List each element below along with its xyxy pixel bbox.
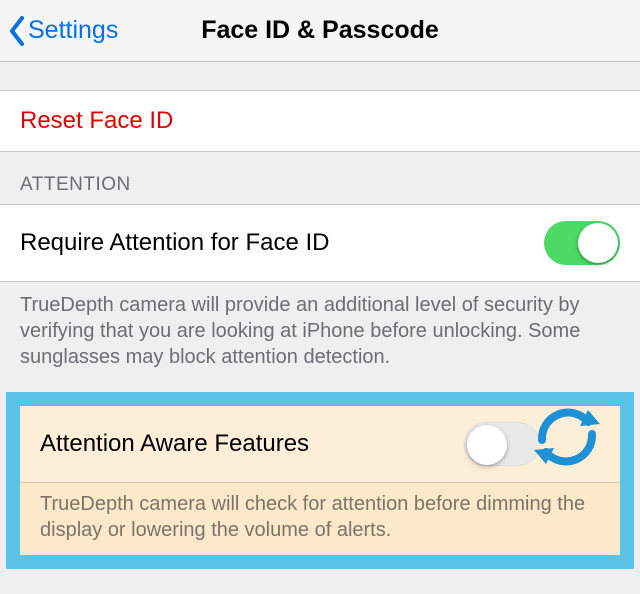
attention-aware-footer: TrueDepth camera will check for attentio… bbox=[20, 483, 620, 555]
back-label: Settings bbox=[28, 16, 118, 45]
attention-aware-row[interactable]: Attention Aware Features bbox=[20, 406, 620, 483]
attention-aware-group: Attention Aware Features TrueDepth camer… bbox=[20, 406, 620, 555]
chevron-left-icon bbox=[8, 16, 26, 46]
back-button[interactable]: Settings bbox=[0, 16, 118, 46]
require-attention-toggle[interactable] bbox=[544, 221, 620, 265]
attention-aware-highlight: Attention Aware Features TrueDepth camer… bbox=[6, 392, 634, 569]
require-attention-label: Require Attention for Face ID bbox=[20, 229, 330, 257]
attention-aware-label: Attention Aware Features bbox=[40, 430, 309, 458]
spacer bbox=[0, 62, 640, 90]
reset-face-id-label: Reset Face ID bbox=[20, 107, 173, 135]
require-attention-footer: TrueDepth camera will provide an additio… bbox=[0, 282, 640, 374]
toggle-knob bbox=[578, 223, 618, 263]
toggle-knob bbox=[467, 425, 507, 465]
attention-section-header: ATTENTION bbox=[0, 152, 640, 204]
navigation-bar: Settings Face ID & Passcode bbox=[0, 0, 640, 62]
attention-aware-toggle[interactable] bbox=[464, 422, 540, 466]
require-attention-row[interactable]: Require Attention for Face ID bbox=[0, 204, 640, 282]
settings-screen: Settings Face ID & Passcode Reset Face I… bbox=[0, 0, 640, 594]
reset-face-id-row[interactable]: Reset Face ID bbox=[0, 90, 640, 152]
